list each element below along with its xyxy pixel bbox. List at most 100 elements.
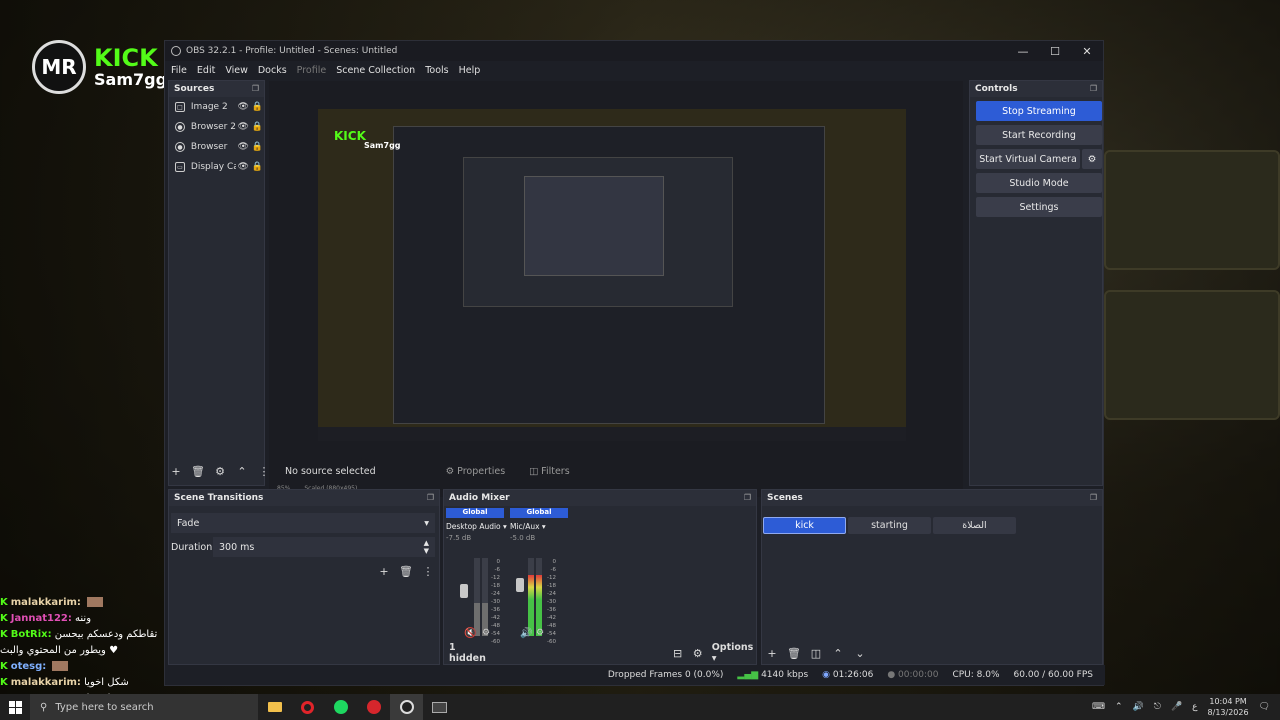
input-language[interactable]: ع [1192,702,1197,712]
keyboard-icon[interactable]: ⌨ [1092,702,1105,712]
scene-item-kick[interactable]: kick [763,517,846,534]
stream-preview[interactable]: KICK Sam7gg [318,109,906,441]
move-up-icon[interactable]: ⌃ [827,647,849,660]
signal-icon: ▂▄▆ [737,670,759,680]
dock-float-icon[interactable]: ❐ [1090,493,1097,503]
source-item[interactable]: ● Browser 2 👁 🔒 [169,117,264,137]
file-explorer-icon[interactable] [258,694,291,720]
obs-taskbar-icon[interactable] [390,694,423,720]
scene-item-prayer[interactable]: الصلاة [933,517,1016,534]
lock-icon[interactable]: 🔒 [250,162,264,172]
start-virtual-camera-button[interactable]: Start Virtual Camera [976,149,1080,169]
minimize-icon[interactable]: — [1007,41,1039,61]
volume-icon[interactable]: 🔊 [1133,702,1144,712]
studio-mode-button[interactable]: Studio Mode [976,173,1102,193]
move-up-icon[interactable]: ⌃ [231,465,253,478]
cpu-usage: CPU: 8.0% [952,670,1000,680]
menu-profile[interactable]: Profile [297,65,327,76]
mic-icon[interactable]: 🎤 [1171,702,1182,712]
volume-slider[interactable] [516,578,524,592]
terminal-icon[interactable] [423,694,456,720]
more-options-icon[interactable]: ⋮ [417,565,439,578]
taskbar-search[interactable]: ⚲ Type here to search [30,694,258,720]
settings-button[interactable]: Settings [976,197,1102,217]
meter-tick: -42 [491,615,500,621]
controls-title: Controls [975,84,1018,94]
source-settings-icon[interactable]: ⚙ [209,465,231,478]
lock-icon[interactable]: 🔒 [250,142,264,152]
source-item[interactable]: ● Browser 👁 🔒 [169,137,264,157]
notifications-icon[interactable]: 🗨 [1259,702,1270,712]
spotify-icon[interactable] [324,694,357,720]
advanced-audio-icon[interactable]: ⚙ [688,647,708,660]
more-options-icon[interactable]: ⋮ [253,465,275,478]
channel-settings-icon[interactable]: ⚙ [536,628,544,638]
taskbar-clock[interactable]: 10:04 PM 8/13/2026 [1208,696,1249,718]
source-name: Display Ca [190,162,237,172]
chat-username: malakkarim: [10,597,81,608]
lock-icon[interactable]: 🔒 [250,122,264,132]
scene-filters-icon[interactable]: ◫ [805,647,827,660]
lock-icon[interactable]: 🔒 [250,102,264,112]
menu-help[interactable]: Help [459,65,481,76]
source-item[interactable]: □ Image 2 👁 🔒 [169,97,264,117]
meter-tick: -24 [547,591,556,597]
network-icon[interactable]: ⎋ [1154,702,1161,712]
chevron-up-icon[interactable]: ⌃ [1115,702,1123,712]
dock-float-icon[interactable]: ❐ [252,84,259,94]
properties-button[interactable]: ⚙ Properties [446,466,506,477]
virtual-camera-settings-icon[interactable]: ⚙ [1082,149,1102,169]
menu-docks[interactable]: Docks [258,65,287,76]
visibility-eye-icon[interactable]: 👁 [236,102,250,112]
logo-badge: MR [32,40,86,94]
chevron-down-icon: ▾ [503,521,507,531]
windows-start-icon[interactable] [0,694,30,720]
dock-float-icon[interactable]: ❐ [1090,84,1097,94]
move-down-icon[interactable]: ⌄ [849,647,871,660]
scene-item-starting[interactable]: starting [848,517,931,534]
remove-transition-icon[interactable]: 🗑 [395,565,417,578]
dock-float-icon[interactable]: ❐ [427,493,434,503]
menu-bar: File Edit View Docks Profile Scene Colle… [165,61,1103,79]
menu-view[interactable]: View [225,65,248,76]
maximize-icon[interactable]: ☐ [1039,41,1071,61]
menu-scene-collection[interactable]: Scene Collection [336,65,415,76]
spinner-icon[interactable]: ▲ ▼ [424,539,429,555]
menu-file[interactable]: File [171,65,187,76]
start-recording-button[interactable]: Start Recording [976,125,1102,145]
volume-slider[interactable] [460,584,468,598]
channel-settings-icon[interactable]: ⚙ [482,628,490,638]
source-name: Image 2 [190,102,228,112]
source-item[interactable]: ▭ Display Ca 👁 🔒 [169,157,264,177]
muted-speaker-icon[interactable]: 🔇 [464,628,476,639]
add-transition-icon[interactable]: + [373,565,395,578]
channel-device[interactable]: Desktop Audio ▾ [446,518,507,534]
filters-button[interactable]: ◫ Filters [529,466,569,477]
menu-edit[interactable]: Edit [197,65,215,76]
speaker-icon[interactable]: 🔊 [520,628,532,639]
transition-select[interactable]: Fade ▾ [171,512,439,534]
channel-device[interactable]: Mic/Aux ▾ [510,518,568,534]
mixer-layout-icon[interactable]: ⊟ [668,647,688,660]
add-scene-icon[interactable]: + [761,647,783,660]
opera-browser-icon[interactable] [291,694,324,720]
visibility-eye-icon[interactable]: 👁 [236,162,250,172]
kick-badge-icon: K [0,629,8,640]
mixer-options-button[interactable]: Options ▾ [712,642,757,664]
bitrate-value: 4140 kbps [761,670,809,680]
close-icon[interactable]: ✕ [1071,41,1103,61]
red-app-icon[interactable] [357,694,390,720]
duration-value: 300 ms [219,541,255,553]
preview-area: KICK Sam7gg 85% Scaled (880x495) [269,81,963,497]
duration-field[interactable]: 300 ms ▲ ▼ [213,537,435,557]
menu-tools[interactable]: Tools [425,65,448,76]
remove-scene-icon[interactable]: 🗑 [783,647,805,660]
device-name: Mic/Aux [510,521,540,531]
visibility-eye-icon[interactable]: 👁 [236,142,250,152]
add-source-icon[interactable]: + [165,465,187,478]
stop-streaming-button[interactable]: Stop Streaming [976,101,1102,121]
stream-time-value: 01:26:06 [832,670,874,680]
visibility-eye-icon[interactable]: 👁 [236,122,250,132]
remove-source-icon[interactable]: 🗑 [187,465,209,478]
dock-float-icon[interactable]: ❐ [744,493,751,503]
